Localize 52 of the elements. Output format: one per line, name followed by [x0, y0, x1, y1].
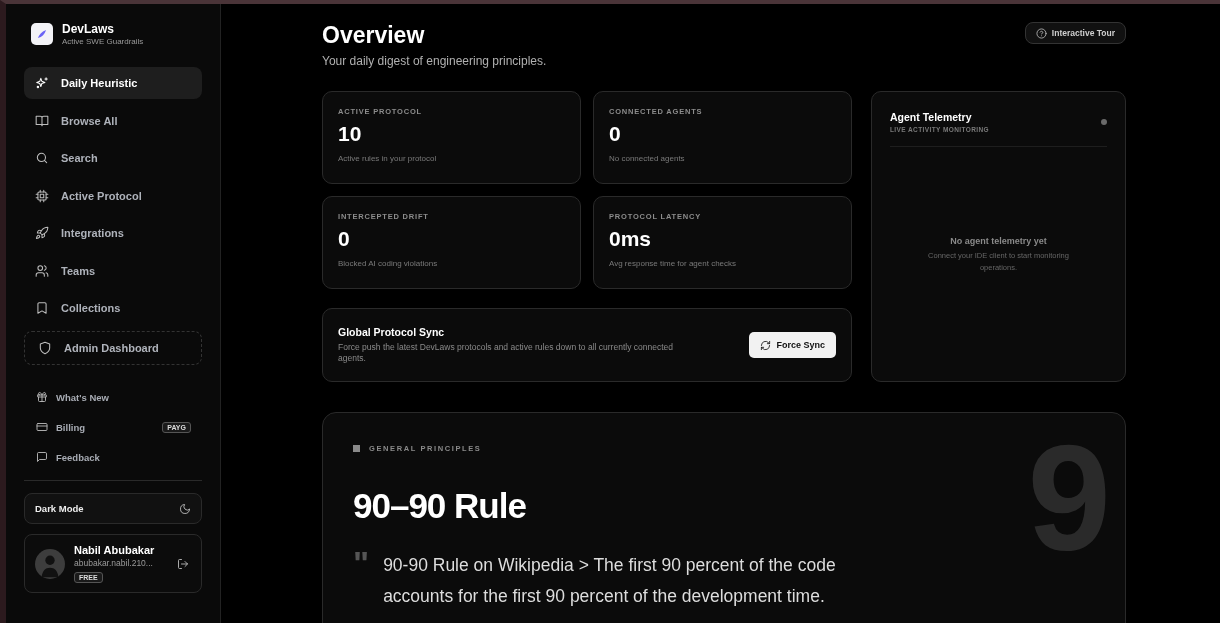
status-dot-icon — [1101, 119, 1107, 125]
users-icon — [35, 263, 49, 278]
logo-icon — [31, 23, 53, 45]
message-icon — [36, 451, 48, 463]
nav-item[interactable]: Collections — [24, 292, 202, 324]
nav-item[interactable]: Integrations — [24, 217, 202, 249]
moon-icon — [179, 502, 191, 515]
page-subtitle: Your daily digest of engineering principles. — [322, 54, 547, 68]
chip-icon — [35, 188, 49, 203]
credit-card-icon — [36, 421, 48, 433]
quote-mark: " — [353, 550, 370, 584]
refresh-icon — [760, 339, 772, 351]
stat-caption: Active rules in your protocol — [338, 154, 438, 163]
sparkles-icon — [35, 76, 49, 90]
stat-caption: Avg response time for agent checks — [609, 259, 738, 268]
secondary-nav-item[interactable]: Feedback — [24, 447, 202, 467]
admin-dashboard-button[interactable]: Admin Dashboard — [24, 331, 202, 365]
telemetry-title: Agent Telemetry — [890, 111, 973, 123]
interactive-tour-button[interactable]: Interactive Tour — [1024, 22, 1126, 44]
nav-item[interactable]: Daily Heuristic — [24, 67, 202, 99]
square-icon — [353, 445, 360, 452]
bookmark-icon — [35, 301, 49, 315]
nav-item[interactable]: Search — [24, 142, 202, 174]
book-icon — [35, 113, 49, 128]
page-title: Overview — [322, 22, 426, 49]
stat-value: 0ms — [609, 227, 653, 251]
secondary-nav-item[interactable]: What's New — [24, 387, 202, 407]
help-icon — [1035, 27, 1047, 39]
user-name: Nabil Abubakar — [74, 544, 155, 556]
nav-item[interactable]: Teams — [24, 254, 202, 287]
force-sync-button[interactable]: Force Sync — [749, 332, 836, 358]
empty-title: No agent telemetry yet — [950, 236, 1047, 247]
stat-caption: Blocked AI coding violations — [338, 259, 439, 268]
user-email: abubakar.nabil.210... — [74, 558, 153, 568]
avatar-silhouette — [35, 548, 65, 579]
brand-name: DevLaws — [62, 22, 116, 36]
gift-icon — [36, 391, 48, 403]
search-icon — [35, 151, 49, 165]
sync-description: Force push the latest DevLaws protocols and active rules down to all currently connected agents. — [338, 341, 674, 365]
brand-tagline: Active SWE Guardrails — [62, 37, 144, 46]
nav-item[interactable]: Active Protocol — [24, 179, 202, 212]
stat-value: 10 — [338, 122, 363, 146]
principle-quote: 90-90 Rule on Wikipedia > The first 90 percent of the code accounts for the first 90 percent of the development time. — [383, 554, 837, 608]
stat-caption: No connected agents — [609, 154, 686, 163]
stat-value: 0 — [609, 122, 622, 146]
rocket-icon — [35, 226, 49, 240]
shield-icon — [38, 341, 52, 355]
sync-title: Global Protocol Sync — [338, 325, 446, 338]
dark-mode-toggle[interactable]: Dark Mode — [24, 493, 202, 524]
principle-title: 90–90 Rule — [353, 486, 527, 526]
nav-item[interactable]: Browse All — [24, 104, 202, 137]
stat-value: 0 — [338, 227, 351, 251]
